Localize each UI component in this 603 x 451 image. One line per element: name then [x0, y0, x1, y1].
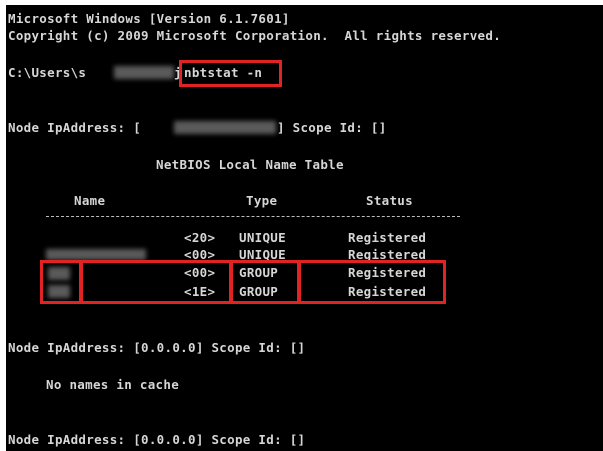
row-type: UNIQUE [239, 230, 286, 245]
name-table-title: NetBIOS Local Name Table [156, 157, 344, 172]
console-window[interactable]: Microsoft Windows [Version 6.1.7601] Cop… [6, 5, 603, 451]
row-suffix: <20> [184, 230, 216, 245]
redacted-username [114, 66, 174, 79]
column-header-status: Status [366, 193, 413, 208]
node-scope-label: ] Scope Id: [] [277, 120, 387, 135]
name-highlight-box [40, 260, 82, 304]
status-highlight-box [298, 260, 446, 304]
command-highlight-box [179, 60, 282, 87]
column-header-name: Name [74, 193, 106, 208]
header-separator [46, 216, 460, 217]
cache-message: No names in cache [46, 377, 180, 392]
column-header-type: Type [246, 193, 278, 208]
type-highlight-box [230, 260, 300, 304]
copyright-line: Copyright (c) 2009 Microsoft Corporation… [8, 28, 502, 43]
node-ip-line-2: Node IpAddress: [0.0.0.0] Scope Id: [] [8, 340, 306, 355]
prompt-path-prefix: C:\Users\s [8, 65, 87, 80]
row-status: Registered [348, 230, 427, 245]
redacted-name [46, 249, 146, 260]
node-ip-line-3: Node IpAddress: [0.0.0.0] Scope Id: [] [8, 432, 306, 447]
version-line: Microsoft Windows [Version 6.1.7601] [8, 11, 290, 26]
suffix-highlight-box [80, 260, 232, 304]
redacted-ip-address [174, 121, 276, 134]
node-ip-label: Node IpAddress: [ [8, 120, 142, 135]
